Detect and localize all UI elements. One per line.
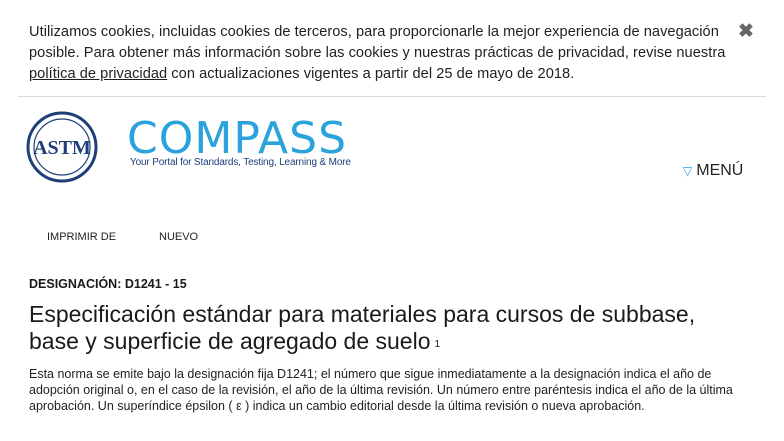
designation: DESIGNACIÓN: D1241 - 15 [29, 277, 187, 291]
menu-button[interactable]: ▽ MENÚ [683, 162, 743, 180]
title-text: Especificación estándar para materiales … [29, 301, 696, 354]
astm-logo-icon: ASTM [26, 111, 98, 183]
page-title: Especificación estándar para materiales … [29, 301, 729, 355]
compass-tagline: Your Portal for Standards, Testing, Lear… [130, 157, 351, 168]
title-superscript: 1 [434, 339, 441, 350]
cookie-text-before: Utilizamos cookies, incluidas cookies de… [29, 24, 726, 61]
cookie-text-after: con actualizaciones vigentes a partir de… [167, 66, 575, 82]
document-description: Esta norma se emite bajo la designación … [29, 367, 733, 414]
brand-logo[interactable]: ASTM COMPASS Your Portal for Standards, … [23, 108, 368, 188]
cookie-text: Utilizamos cookies, incluidas cookies de… [29, 22, 759, 85]
close-icon[interactable]: ✖ [736, 22, 756, 42]
cookie-banner: Utilizamos cookies, incluidas cookies de… [0, 0, 784, 95]
menu-triangle-icon: ▽ [683, 164, 693, 178]
divider [18, 96, 766, 97]
tab-print[interactable]: IMPRIMIR DE [47, 231, 116, 243]
compass-wordmark: COMPASS [127, 113, 347, 164]
astm-logo-text: ASTM [33, 137, 91, 159]
menu-label: MENÚ [696, 162, 744, 179]
privacy-policy-link[interactable]: política de privacidad [29, 66, 167, 82]
tab-new[interactable]: NUEVO [159, 231, 198, 243]
